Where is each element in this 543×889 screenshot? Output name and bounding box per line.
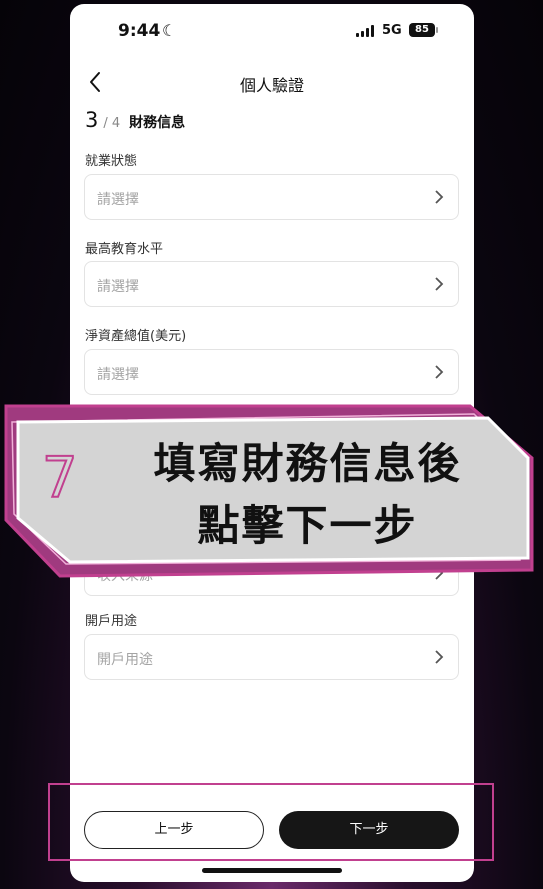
network-type: 5G [382, 23, 402, 38]
net-worth-select[interactable]: 請選擇 [84, 349, 459, 395]
battery-tip [436, 27, 438, 33]
select-placeholder: 請選擇 [97, 279, 139, 295]
highlight-frame [48, 783, 494, 861]
chevron-right-icon [435, 650, 444, 664]
account-purpose-label: 開戶用途 [85, 614, 138, 629]
chevron-right-icon [435, 365, 444, 379]
account-purpose-placeholder: 開戶用途 [97, 652, 153, 668]
step-indicator: 3 / 4 財務信息 [85, 108, 185, 132]
status-bar: 9:44 ☾ 5G 85 [70, 4, 474, 58]
step-total: / 4 [103, 116, 121, 131]
banner-line-2: 點擊下一步 [197, 501, 418, 550]
education-level-select[interactable]: 請選擇 [84, 261, 459, 307]
chevron-right-icon [435, 190, 444, 204]
select-placeholder: 請選擇 [97, 367, 139, 383]
signal-icon [356, 25, 374, 37]
employment-status-select[interactable]: 請選擇 [84, 174, 459, 220]
net-worth-label: 淨資產總值(美元) [85, 329, 187, 344]
banner-line-1: 填寫財務信息後 [153, 439, 462, 488]
account-purpose-field[interactable]: 開戶用途 [84, 634, 459, 680]
step-current: 3 [85, 108, 99, 132]
moon-icon: ☾ [162, 21, 177, 40]
education-level-label: 最高教育水平 [85, 242, 164, 257]
chevron-right-icon [435, 277, 444, 291]
step-name: 財務信息 [129, 115, 186, 131]
battery-icon: 85 [409, 23, 435, 37]
page-title: 個人驗證 [239, 76, 304, 95]
select-placeholder: 請選擇 [97, 192, 139, 208]
home-indicator [202, 868, 342, 873]
nav-bar: 個人驗證 [70, 62, 474, 102]
employment-status-label: 就業狀態 [85, 154, 138, 169]
status-time: 9:44 [118, 21, 161, 41]
